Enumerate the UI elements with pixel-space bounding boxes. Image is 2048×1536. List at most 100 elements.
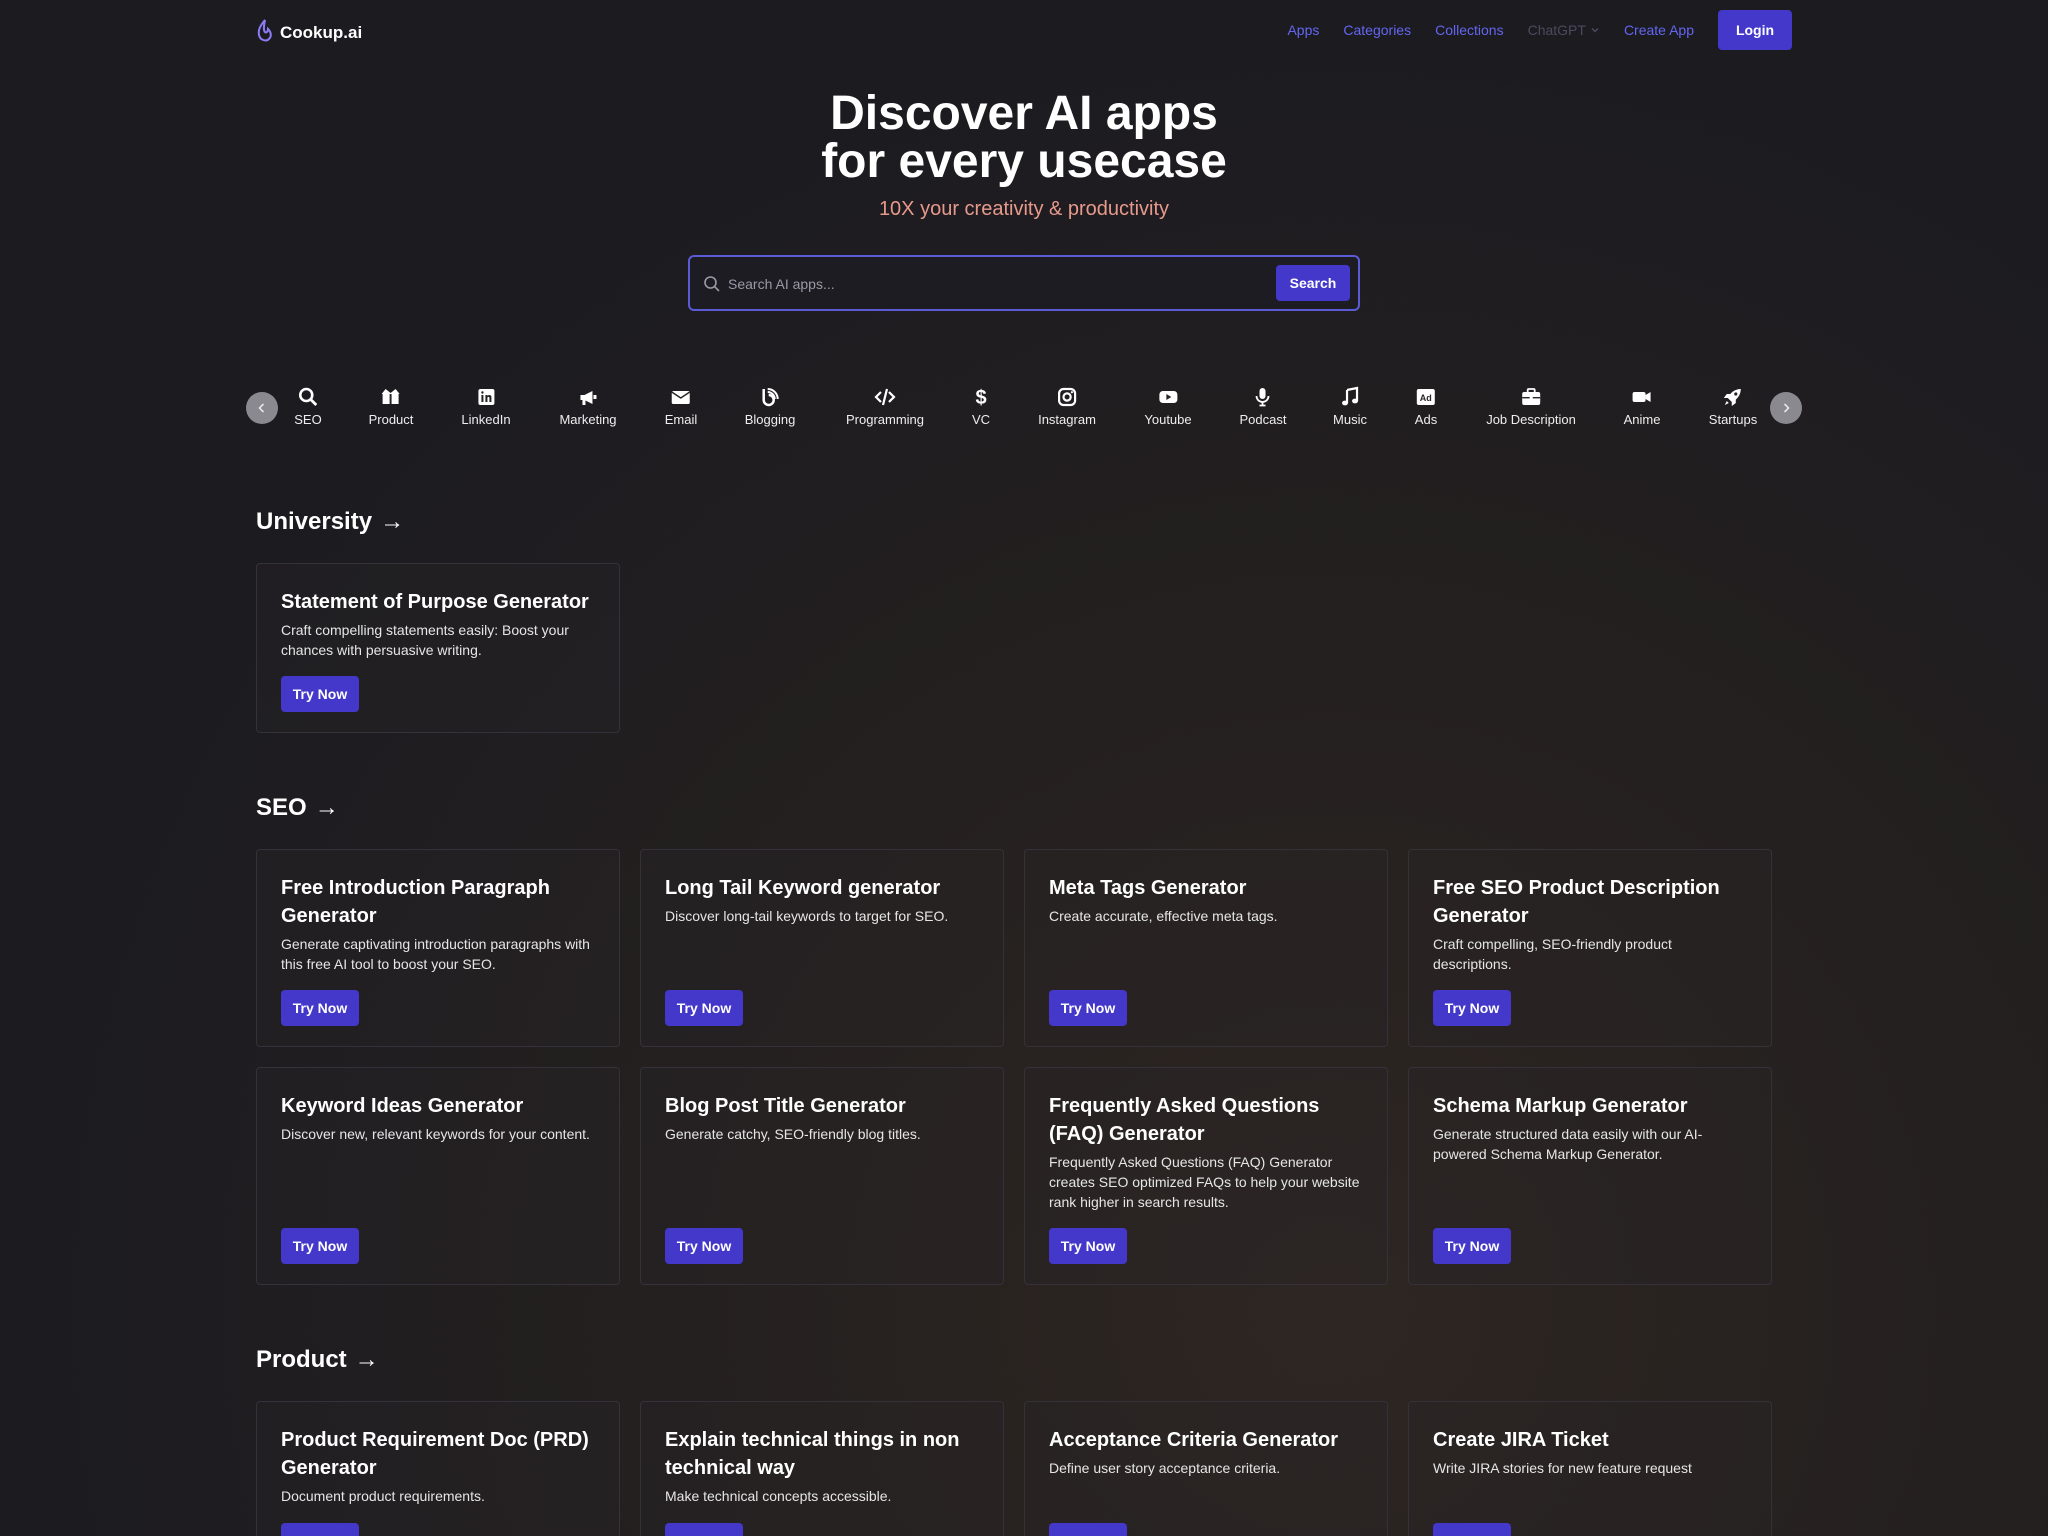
card-title: Keyword Ideas Generator (281, 1095, 524, 1117)
search-bar: Search (688, 255, 1360, 311)
brand-logo[interactable]: Cookup.ai (256, 18, 362, 44)
category-music[interactable]: Music (1333, 386, 1367, 427)
category-instagram[interactable]: Instagram (1038, 386, 1096, 427)
section-title-product[interactable]: Product → (256, 1346, 379, 1374)
try-now-button[interactable]: Try Now (281, 1228, 359, 1264)
svg-text:Ad: Ad (1420, 393, 1432, 403)
arrow-right-icon: → (380, 508, 405, 535)
section-title-label: SEO (256, 794, 307, 821)
category-label: Programming (845, 412, 925, 427)
envelope-icon (671, 391, 691, 404)
try-now-button[interactable]: Try Now (665, 1228, 743, 1264)
svg-text:$: $ (975, 387, 986, 408)
card-title: Explain technical things in non technica… (665, 1429, 960, 1479)
category-seo[interactable]: SEO (294, 386, 322, 427)
carousel-next-button[interactable] (1770, 392, 1802, 424)
try-now-button[interactable]: Try Now (1433, 1523, 1511, 1536)
code-icon (874, 388, 896, 406)
category-programming[interactable]: Programming (846, 386, 924, 427)
try-now-button[interactable]: Try Now (281, 676, 359, 712)
box-icon (382, 389, 400, 404)
try-now-button[interactable]: Try Now (1433, 1228, 1511, 1264)
hero-title-line-2: for every usecase (821, 135, 1227, 188)
try-now-button[interactable]: Try Now (1049, 1228, 1127, 1264)
app-card[interactable]: Product Requirement Doc (PRD) Generator … (256, 1401, 620, 1536)
flame-icon (257, 19, 272, 42)
nav-link-collections[interactable]: Collections (1435, 22, 1503, 38)
category-email[interactable]: Email (664, 386, 698, 427)
try-now-button[interactable]: Try Now (281, 990, 359, 1026)
card-description: Generate structured data easily with our… (1433, 1126, 1703, 1162)
category-job-description[interactable]: Job Description (1486, 386, 1576, 427)
category-label: Marketing (559, 412, 617, 427)
login-button[interactable]: Login (1718, 10, 1792, 50)
app-card[interactable]: Meta Tags Generator Create accurate, eff… (1024, 849, 1388, 1047)
category-startups[interactable]: Startups (1709, 386, 1757, 427)
hero-title-line-1: Discover AI apps (830, 87, 1218, 140)
try-now-button[interactable]: Try Now (281, 1523, 359, 1536)
app-card[interactable]: Acceptance Criteria Generator Define use… (1024, 1401, 1388, 1536)
app-card[interactable]: Create JIRA Ticket Write JIRA stories fo… (1408, 1401, 1772, 1536)
try-now-button[interactable]: Try Now (665, 1523, 743, 1536)
app-card[interactable]: Statement of Purpose Generator Craft com… (256, 563, 620, 733)
hero-subtitle: 10X your creativity & productivity (878, 198, 1170, 220)
nav-link-apps[interactable]: Apps (1287, 22, 1319, 38)
card-description: Discover long-tail keywords to target fo… (665, 908, 949, 924)
try-now-button[interactable]: Try Now (665, 990, 743, 1026)
carousel-prev-button[interactable] (246, 392, 278, 424)
music-icon (1341, 386, 1359, 406)
card-title: Schema Markup Generator (1433, 1095, 1688, 1117)
try-now-button[interactable]: Try Now (1049, 990, 1127, 1026)
app-card[interactable]: Keyword Ideas Generator Discover new, re… (256, 1067, 620, 1285)
category-label: VC (971, 412, 991, 427)
try-now-button[interactable]: Try Now (1433, 990, 1511, 1026)
card-description: Define user story acceptance criteria. (1049, 1460, 1281, 1476)
nav-link-chatgpt-label: ChatGPT (1527, 22, 1586, 38)
section-title-seo[interactable]: SEO → (256, 794, 339, 822)
search-input[interactable] (728, 269, 1248, 299)
category-label: Music (1333, 412, 1367, 427)
app-card[interactable]: Free SEO Product Description Generator C… (1408, 849, 1772, 1047)
category-anime[interactable]: Anime (1624, 386, 1660, 427)
card-description: Create accurate, effective meta tags. (1049, 908, 1278, 924)
app-card[interactable]: Long Tail Keyword generator Discover lon… (640, 849, 1004, 1047)
top-nav: Cookup.ai Apps Categories Collections Ch… (0, 0, 2048, 64)
chevron-down-icon (1591, 27, 1599, 33)
card-description: Craft compelling, SEO-friendly product d… (1433, 936, 1672, 972)
app-card[interactable]: Frequently Asked Questions (FAQ) Generat… (1024, 1067, 1388, 1285)
linkedin-icon (478, 389, 494, 405)
nav-link-chatgpt-dropdown[interactable]: ChatGPT (1528, 22, 1600, 38)
microphone-icon (1256, 388, 1270, 407)
nav-links: Apps Categories Collections ChatGPT Crea… (1287, 10, 1792, 50)
app-card[interactable]: Free Introduction Paragraph Generator Ge… (256, 849, 620, 1047)
category-label: Job Description (1486, 412, 1576, 427)
category-youtube[interactable]: Youtube (1144, 386, 1192, 427)
category-vc[interactable]: $ VC (970, 386, 992, 427)
card-title: Free SEO Product Description Generator (1433, 877, 1720, 927)
category-label: Email (664, 412, 698, 427)
category-label: Startups (1708, 412, 1758, 427)
nav-link-categories[interactable]: Categories (1343, 22, 1411, 38)
rocket-icon (1723, 389, 1741, 406)
card-title: Meta Tags Generator (1049, 877, 1247, 899)
category-blogging[interactable]: Blogging (745, 386, 795, 427)
category-label: Ads (1414, 412, 1438, 427)
category-linkedin[interactable]: LinkedIn (461, 386, 511, 427)
blog-icon (762, 388, 779, 407)
search-button[interactable]: Search (1276, 265, 1350, 301)
app-card[interactable]: Schema Markup Generator Generate structu… (1408, 1067, 1772, 1285)
app-card[interactable]: Blog Post Title Generator Generate catch… (640, 1067, 1004, 1285)
app-card[interactable]: Explain technical things in non technica… (640, 1401, 1004, 1536)
category-label: Product (368, 412, 414, 427)
ad-icon: Ad (1417, 389, 1435, 405)
section-title-university[interactable]: University → (256, 508, 404, 536)
nav-link-create-app[interactable]: Create App (1624, 22, 1694, 38)
category-product[interactable]: Product (368, 386, 414, 427)
category-ads[interactable]: Ad Ads (1415, 386, 1437, 427)
try-now-button[interactable]: Try Now (1049, 1523, 1127, 1536)
card-description: Craft compelling statements easily: Boos… (281, 622, 569, 658)
instagram-icon (1057, 387, 1077, 407)
category-label: Podcast (1239, 412, 1287, 427)
category-marketing[interactable]: Marketing (559, 386, 617, 427)
category-podcast[interactable]: Podcast (1239, 386, 1287, 427)
